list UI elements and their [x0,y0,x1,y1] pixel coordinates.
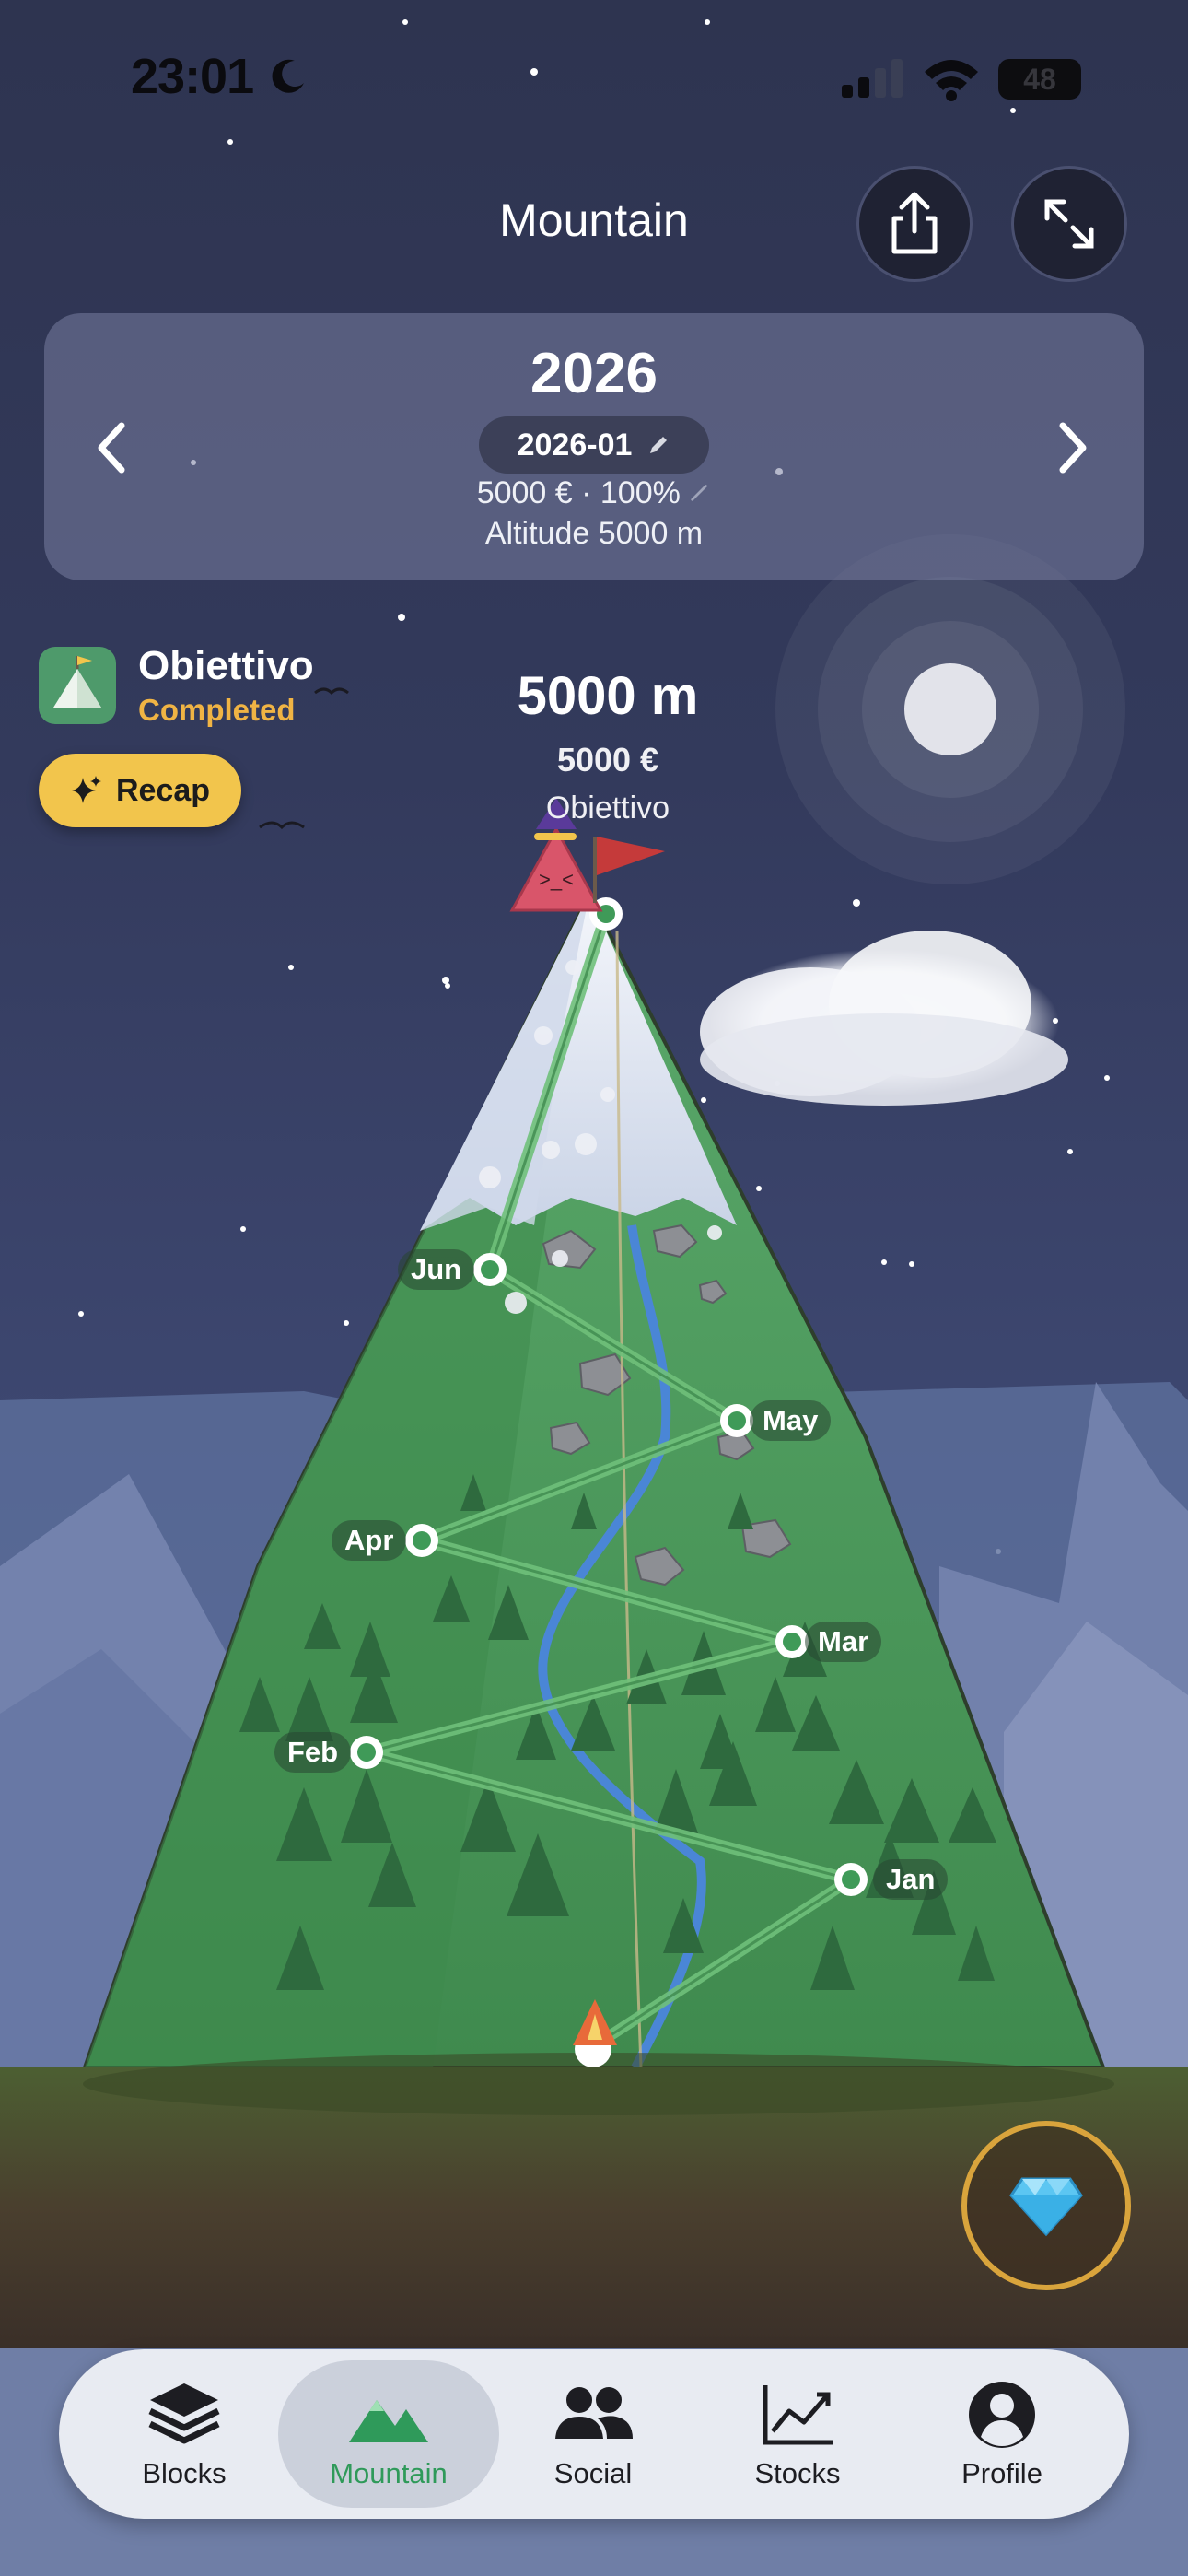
tab-stocks[interactable]: Stocks [687,2360,908,2508]
recap-button[interactable]: Recap [39,754,241,827]
chart-icon [763,2385,833,2445]
battery-indicator: 48 [998,59,1081,100]
altitude-summary: Altitude 5000 m [484,516,704,551]
mountain-screen: >_< 23:01 48 Mountain 2026 2026-01 5000 … [0,0,1188,2576]
page-title: Mountain [499,194,689,246]
tab-blocks[interactable]: Blocks [74,2360,295,2508]
status-bar: 23:01 48 [0,0,1188,157]
status-time: 23:01 [131,49,254,104]
milestone-label-jun[interactable]: Jun [398,1249,475,1290]
goal-tent-icon [39,647,116,724]
summit-flag-icon [593,837,665,903]
share-icon [891,192,938,254]
svg-text:>_<: >_< [539,868,574,891]
money-summary[interactable]: 5000 € · 100% [44,475,1144,511]
signal-icon [842,59,903,98]
sparkle-icon [71,776,101,803]
mountain-icon [349,2400,428,2442]
moon-icon [272,59,304,93]
share-button[interactable] [856,166,973,282]
milestone-label-apr[interactable]: Apr [332,1520,407,1561]
expand-button[interactable] [1011,166,1127,282]
month-selector[interactable]: 2026-01 [479,416,709,474]
summit-money: 5000 € [556,741,659,779]
milestone-label-may[interactable]: May [750,1400,832,1441]
summit-altitude: 5000 m [517,666,699,726]
pencil-icon [650,437,668,453]
goal-title: Obiettivo [138,643,314,688]
expand-icon [1044,199,1094,249]
milestone-label-feb[interactable]: Feb [274,1732,352,1773]
recap-label: Recap [115,772,211,808]
tab-bar: Blocks Mountain Social Stocks Profile [59,2349,1129,2519]
wifi-icon [925,60,978,101]
milestone-label-jan[interactable]: Jan [873,1859,949,1900]
milestone-label-mar[interactable]: Mar [805,1622,882,1662]
diamond-icon [1009,2177,1083,2237]
goal-status: Completed [138,693,296,727]
tab-profile[interactable]: Profile [891,2360,1112,2508]
cloud [700,931,1068,1106]
tab-mountain[interactable]: Mountain [278,2360,499,2508]
month-label: 2026-01 [517,427,633,463]
people-icon [555,2387,633,2439]
pencil-icon [691,485,708,501]
profile-icon [969,2382,1035,2448]
chevron-left-icon[interactable] [85,411,140,485]
layers-icon [148,2383,220,2444]
year-label: 2026 [530,342,658,405]
gem-button[interactable] [961,2121,1131,2290]
tab-social[interactable]: Social [483,2360,704,2508]
summit-label: Obiettivo [545,790,670,825]
year-card: 2026 2026-01 5000 € · 100% Altitude 5000… [44,313,1144,580]
chevron-right-icon[interactable] [1044,411,1100,485]
